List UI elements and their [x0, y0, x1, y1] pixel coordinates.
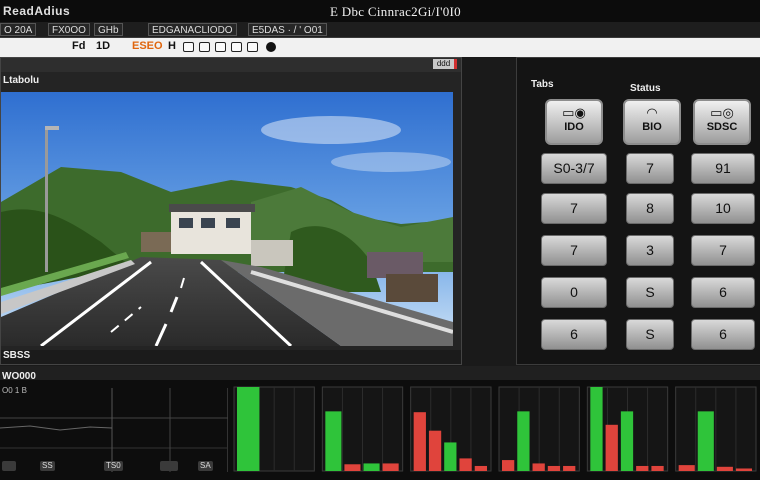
keypad-key[interactable]: 7: [691, 235, 755, 266]
bar-chart: [230, 383, 760, 475]
bar: [344, 464, 361, 471]
keypad-key[interactable]: 6: [691, 277, 755, 308]
keypad-key[interactable]: S0-3/7: [541, 153, 607, 184]
keypad-key[interactable]: 0: [541, 277, 607, 308]
toolbar-text-2[interactable]: ESEO: [132, 40, 163, 52]
bar: [474, 465, 487, 471]
menu-item-4[interactable]: E5DAS · / ' O01: [248, 23, 327, 36]
mode-button-wifi[interactable]: ◠ BIO: [623, 99, 681, 145]
bar: [532, 463, 545, 471]
toolbar: Fd 1D ESEO H: [0, 38, 760, 57]
bottom-panel-label: WO000: [2, 371, 36, 382]
bar: [517, 411, 530, 471]
mode-button-dial[interactable]: ▭◎ SDSC: [693, 99, 751, 145]
status-chip[interactable]: SA: [198, 461, 213, 471]
bar: [382, 463, 399, 471]
menu-bar: O 20A FX0OO GHb EDGANACLIODO E5DAS · / '…: [0, 22, 760, 38]
keypad-key[interactable]: 91: [691, 153, 755, 184]
status-chip[interactable]: TS0: [104, 461, 123, 471]
status-label: Status: [630, 83, 661, 94]
bar-chart-svg: [233, 386, 757, 472]
video-panel: ddd Ltabolu SBSS: [0, 57, 462, 365]
bottom-header: [0, 366, 760, 380]
video-close-button[interactable]: ddd: [433, 59, 457, 69]
video-frame[interactable]: [1, 92, 453, 346]
menu-item-1[interactable]: FX0OO: [48, 23, 90, 36]
bar: [547, 465, 561, 471]
bar: [459, 458, 472, 471]
bar: [716, 466, 733, 471]
square-icon[interactable]: [199, 42, 210, 52]
keypad-key[interactable]: 10: [691, 193, 755, 224]
keypad-key[interactable]: 7: [541, 235, 607, 266]
keypad-key[interactable]: 6: [541, 319, 607, 350]
square-icon[interactable]: [247, 42, 258, 52]
bar: [636, 465, 649, 471]
square-icon[interactable]: [231, 42, 242, 52]
keypad-key[interactable]: 3: [626, 235, 674, 266]
square-icon[interactable]: [215, 42, 226, 52]
keypad-panel: Tabs Status ▭◉ IDO ◠ BIO ▭◎ SDSC S0-3/7 …: [516, 57, 760, 365]
tabs-label: Tabs: [531, 79, 554, 90]
mode-button-label: IDO: [564, 121, 584, 133]
video-panel-header: [1, 58, 461, 72]
mode-button-label: BIO: [642, 121, 662, 133]
bar: [697, 411, 714, 471]
status-chip[interactable]: [2, 461, 16, 471]
mode-button-label: SDSC: [706, 121, 738, 133]
bar: [444, 442, 457, 471]
tape-icon: ▭◉: [562, 105, 586, 120]
keypad-key[interactable]: 8: [626, 193, 674, 224]
bar: [237, 387, 260, 471]
toolbar-text-1[interactable]: 1D: [96, 40, 110, 52]
bar: [590, 387, 603, 471]
status-chip[interactable]: SS: [40, 461, 55, 471]
app-name: ReadAdius: [3, 4, 71, 18]
bar: [428, 430, 442, 471]
bar: [605, 424, 618, 471]
mode-button-tape[interactable]: ▭◉ IDO: [545, 99, 603, 145]
bar: [363, 463, 380, 471]
status-bar: SS TS0 SA: [0, 460, 230, 474]
toolbar-text-0[interactable]: Fd: [72, 40, 85, 52]
bar: [651, 465, 664, 471]
keypad-key[interactable]: S: [626, 277, 674, 308]
window-title: E Dbc Cinnraс2Gi/I'0I0: [330, 4, 461, 19]
bar: [413, 412, 426, 471]
record-dot-icon[interactable]: [266, 42, 276, 52]
keypad-key[interactable]: 7: [541, 193, 607, 224]
bar: [563, 465, 576, 471]
bar: [325, 411, 342, 471]
bar: [620, 411, 634, 471]
title-bar: ReadAdius E Dbc Cinnraс2Gi/I'0I0: [0, 0, 760, 22]
square-icon[interactable]: [183, 42, 194, 52]
status-chip[interactable]: [160, 461, 178, 471]
video-footer: SBSS: [1, 350, 461, 364]
keypad-key[interactable]: S: [626, 319, 674, 350]
bar: [735, 468, 752, 471]
menu-item-2[interactable]: GHb: [94, 23, 123, 36]
bar: [678, 465, 695, 471]
video-footer-label: SBSS: [3, 350, 31, 361]
toolbar-text-3[interactable]: H: [168, 40, 176, 52]
dial-icon: ▭◎: [710, 105, 734, 120]
video-panel-label: Ltabolu: [3, 75, 40, 86]
wifi-icon: ◠: [647, 105, 657, 120]
menu-item-0[interactable]: O 20A: [0, 23, 37, 36]
keypad-key[interactable]: 6: [691, 319, 755, 350]
road-scene-image: [1, 92, 453, 346]
menu-item-3[interactable]: EDGANACLIODO: [148, 23, 237, 36]
keypad-key[interactable]: 7: [626, 153, 674, 184]
bar: [502, 460, 515, 471]
